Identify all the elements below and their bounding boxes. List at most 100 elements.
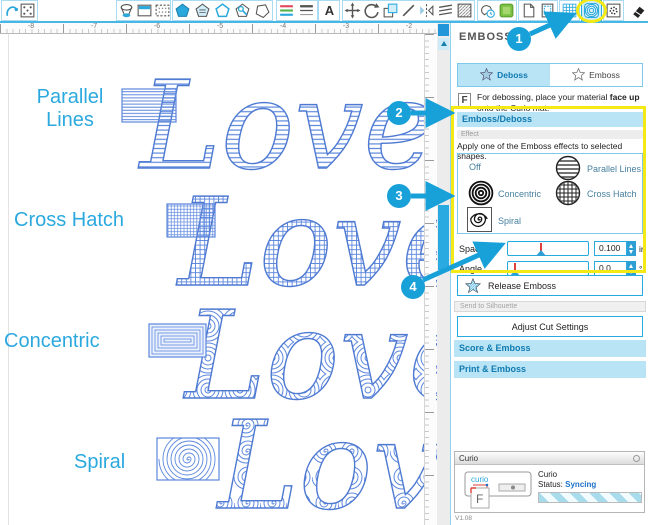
pentagon-tilt-icon[interactable] xyxy=(254,2,271,19)
page-fold-icon[interactable] xyxy=(520,2,537,19)
ruler-number: -3 xyxy=(339,23,353,30)
parallel-lines-swatch[interactable] xyxy=(122,89,176,122)
section-score-emboss[interactable]: Score & Emboss xyxy=(454,340,646,357)
flick-tool-icon[interactable] xyxy=(3,2,20,19)
spacing-label: Spacing xyxy=(459,244,492,254)
cross-hatch-effect-icon[interactable] xyxy=(555,180,581,206)
spiral-effect-icon-selected[interactable] xyxy=(467,207,492,232)
effect-option-spiral-label[interactable]: Spiral xyxy=(498,216,521,226)
silhouette-studio-window: { "toolbar": { "text_tool_label": "A", "… xyxy=(0,0,648,525)
effect-option-parallel-label[interactable]: Parallel Lines xyxy=(587,164,641,174)
angle-value-input[interactable]: 0.0 xyxy=(594,261,627,276)
vertical-scrollbar[interactable] xyxy=(437,23,450,525)
release-emboss-button[interactable]: Release Emboss xyxy=(457,275,643,296)
shear-icon[interactable] xyxy=(437,2,454,19)
spacing-spinner[interactable] xyxy=(627,241,636,256)
tab-deboss-label: Deboss xyxy=(497,70,528,80)
move-icon[interactable] xyxy=(344,2,361,19)
adjust-cut-settings-button[interactable]: Adjust Cut Settings xyxy=(457,316,643,337)
pentagon-zoom-icon[interactable] xyxy=(234,2,251,19)
cross-hatch-swatch[interactable] xyxy=(167,204,215,237)
love-word-spiral[interactable]: Love xyxy=(216,395,437,525)
panel-window-icon[interactable] xyxy=(136,2,153,19)
pentagon-shadow-icon[interactable] xyxy=(194,2,211,19)
ruler-number: -5 xyxy=(213,23,227,30)
angle-spinner[interactable] xyxy=(627,261,636,276)
angle-slider[interactable] xyxy=(507,261,589,276)
pentagon-filled-icon[interactable] xyxy=(174,2,191,19)
curio-header-icon[interactable] xyxy=(633,455,640,462)
spiral-swatch[interactable] xyxy=(157,433,219,487)
line-color-icon[interactable] xyxy=(278,2,295,19)
svg-text:F: F xyxy=(476,492,483,506)
panel-title: EMBOSS xyxy=(459,31,513,43)
grid-icon[interactable] xyxy=(561,2,578,19)
spacing-slider[interactable] xyxy=(507,241,589,256)
curio-panel-header[interactable]: Curio xyxy=(455,452,644,465)
draw-line-icon[interactable] xyxy=(400,2,417,19)
label-concentric: Concentric xyxy=(4,330,100,353)
scroll-button-top[interactable] xyxy=(438,24,449,36)
vertical-ruler xyxy=(424,34,436,525)
sync-progress-bar xyxy=(538,492,642,503)
pixscan-icon[interactable] xyxy=(19,2,36,19)
frame-icon[interactable] xyxy=(539,2,556,19)
spacing-unit: in xyxy=(639,244,646,254)
tab-deboss[interactable]: Deboss xyxy=(458,64,550,86)
curio-device-image: curio F xyxy=(461,468,539,510)
eraser-icon[interactable] xyxy=(630,2,647,19)
callout-step-1: 1 xyxy=(507,27,531,51)
top-toolbar: A xyxy=(0,0,648,21)
parallel-lines-effect-icon[interactable] xyxy=(555,155,581,181)
ruler-number: -6 xyxy=(150,23,164,30)
section-emboss-deboss[interactable]: Emboss/Deboss xyxy=(457,112,643,127)
f-info-icon: F xyxy=(458,93,471,108)
rotate-icon[interactable] xyxy=(363,2,380,19)
ruler-number: -4 xyxy=(276,23,290,30)
highlight-icon[interactable] xyxy=(498,2,515,19)
callout-step-2: 2 xyxy=(387,101,411,125)
effect-label: Effect xyxy=(457,130,643,139)
svg-text:curio: curio xyxy=(471,475,489,484)
device-name: Curio xyxy=(538,470,557,479)
deboss-info-text: For debossing, place your material face … xyxy=(477,92,641,114)
release-emboss-icon xyxy=(465,278,481,296)
horizontal-ruler: -8 -7 -6 -5 -4 -3 -2 xyxy=(0,23,437,34)
effect-option-cross-label[interactable]: Cross Hatch xyxy=(587,189,637,199)
stipple-icon[interactable] xyxy=(605,2,622,19)
line-style-icon[interactable] xyxy=(298,2,315,19)
curio-device-panel: Curio curio F Curio Status: Syncing xyxy=(454,451,645,513)
deboss-emboss-tabs: Deboss Emboss xyxy=(457,63,643,87)
concentric-effect-icon[interactable] xyxy=(468,180,494,206)
scroll-up-icon[interactable] xyxy=(438,38,449,50)
scale-icon[interactable] xyxy=(382,2,399,19)
callout-step-4: 4 xyxy=(401,275,425,299)
concentric-swatch[interactable] xyxy=(149,324,206,357)
tab-emboss-label: Emboss xyxy=(589,70,620,80)
fill-pattern-icon[interactable] xyxy=(456,2,473,19)
effect-option-off[interactable]: Off xyxy=(469,162,481,172)
release-emboss-label: Release Emboss xyxy=(488,281,556,291)
stamp-icon[interactable] xyxy=(479,2,496,19)
scrollbar-thumb[interactable] xyxy=(438,205,449,270)
emboss-icon[interactable] xyxy=(583,2,600,19)
adjust-cut-settings-label: Adjust Cut Settings xyxy=(512,322,589,332)
pentagon-outline-icon[interactable] xyxy=(214,2,231,19)
deboss-star-icon xyxy=(480,68,493,83)
effect-option-concentric-label[interactable]: Concentric xyxy=(498,189,541,199)
ruler-number: -7 xyxy=(87,23,101,30)
label-spiral: Spiral xyxy=(74,451,125,474)
curio-panel-title: Curio xyxy=(459,454,478,463)
ruler-number: -2 xyxy=(402,23,416,30)
text-tool-icon[interactable]: A xyxy=(321,2,338,19)
toolbar-divider xyxy=(0,21,648,23)
spacing-value-input[interactable]: 0.100 xyxy=(594,241,627,256)
device-status: Status: Syncing xyxy=(538,480,596,489)
section-print-emboss[interactable]: Print & Emboss xyxy=(454,361,646,378)
mirror-icon[interactable] xyxy=(418,2,435,19)
shape-eraser-icon[interactable] xyxy=(118,2,135,19)
send-to-silhouette-bar[interactable]: Send to Silhouette xyxy=(454,301,646,312)
label-parallel-lines: Parallel Lines xyxy=(22,86,118,132)
dotted-panel-icon[interactable] xyxy=(154,2,171,19)
tab-emboss[interactable]: Emboss xyxy=(550,64,642,86)
